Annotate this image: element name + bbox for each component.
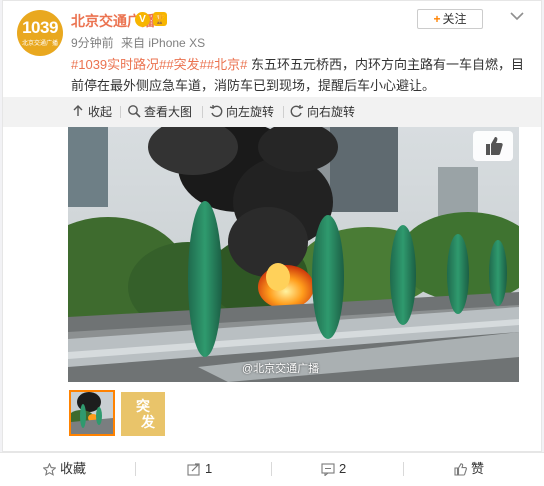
plus-icon: + (433, 12, 441, 26)
rotate-left-icon (209, 105, 223, 118)
collapse-label: 收起 (88, 105, 113, 119)
topic-link-traffic[interactable]: #1039实时路况# (71, 57, 166, 72)
favorite-label: 收藏 (60, 461, 87, 476)
photo-watermark: @北京交通广播 (242, 363, 320, 375)
like-label: 赞 (471, 461, 485, 476)
repost-icon (187, 463, 200, 476)
action-bar: 收藏 1 2 赞 (0, 452, 544, 486)
toolbar-divider (283, 106, 284, 118)
car-fire-photo (68, 127, 519, 382)
rotate-right-icon (290, 105, 304, 118)
action-divider (135, 462, 136, 476)
favorite-button[interactable]: 收藏 (42, 461, 87, 477)
rotate-right-label: 向右旋转 (307, 105, 356, 119)
thumbnail-2[interactable]: 突 发 (121, 392, 165, 436)
toolbar-divider (202, 106, 203, 118)
comment-button[interactable]: 2 (321, 461, 346, 477)
comment-icon (321, 463, 335, 477)
zoom-icon (128, 105, 141, 118)
collapse-icon (73, 105, 83, 116)
level-badge-icon: 🏆 (153, 12, 167, 26)
media-toolbar: 收起 查看大图 向左旋转 向右旋转 (3, 97, 541, 127)
topic-link-beijing[interactable]: #北京# (207, 57, 247, 72)
repost-button[interactable]: 1 (187, 461, 212, 477)
avatar-subtext: 北京交通广播 (21, 41, 58, 47)
verified-icon: V (135, 12, 150, 27)
action-divider (403, 462, 404, 476)
post-source: 来自 iPhone XS (121, 36, 206, 50)
post-photo[interactable] (68, 127, 519, 382)
avatar[interactable]: 1039 北京交通广播 (17, 10, 63, 56)
rotate-left-label: 向左旋转 (226, 105, 275, 119)
repost-count: 1 (205, 461, 213, 476)
chevron-down-icon[interactable] (510, 11, 524, 21)
follow-label: 关注 (442, 12, 467, 26)
thumbnail-1[interactable] (69, 390, 115, 436)
comment-count: 2 (339, 461, 347, 476)
topic-link-breaking[interactable]: #突发# (166, 57, 206, 72)
post-text: #1039实时路况##突发##北京# 东五环五元桥西，内环方向主路有一车自燃，目… (71, 54, 529, 96)
avatar-text: 1039 (22, 18, 58, 37)
thumbnail-2-label-1: 突 (136, 398, 150, 414)
like-button[interactable]: 赞 (454, 461, 484, 477)
action-divider (271, 462, 272, 476)
follow-button[interactable]: + 关注 (417, 9, 483, 29)
thumbnail-2-label-2: 发 (141, 414, 155, 430)
rotate-left-button[interactable]: 向左旋转 (209, 104, 274, 120)
photo-like-button[interactable] (473, 131, 513, 161)
post-time[interactable]: 9分钟前 (71, 36, 114, 50)
like-icon (454, 463, 467, 476)
toolbar-divider (120, 106, 121, 118)
rotate-right-button[interactable]: 向右旋转 (290, 104, 355, 120)
view-large-button[interactable]: 查看大图 (127, 104, 192, 120)
collapse-button[interactable]: 收起 (71, 104, 112, 120)
thumbnail-image (71, 392, 113, 434)
view-large-label: 查看大图 (144, 105, 193, 119)
post-meta: 9分钟前 来自 iPhone XS (71, 34, 209, 51)
star-icon (42, 462, 57, 476)
like-icon (486, 137, 503, 155)
